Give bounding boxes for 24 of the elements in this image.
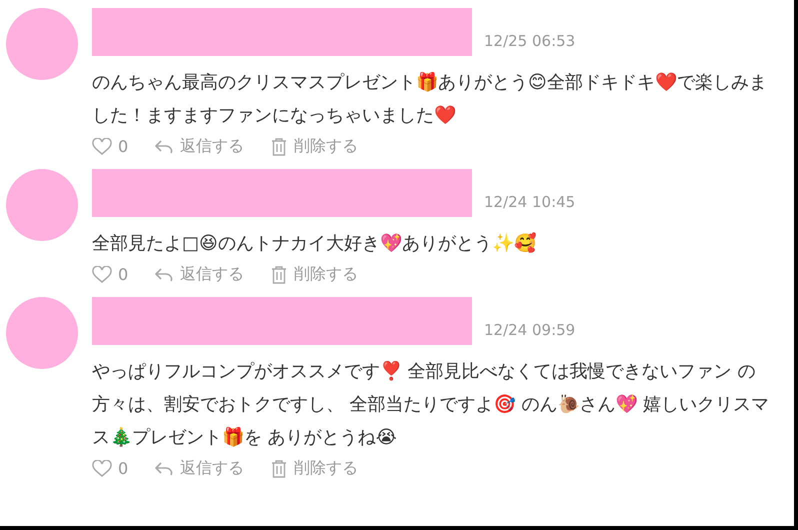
reply-icon — [154, 266, 174, 284]
comment-date: 12/24 10:45 — [484, 193, 576, 213]
reply-icon — [154, 138, 174, 156]
like-button[interactable]: 0 — [92, 459, 128, 478]
reply-button[interactable]: 返信する — [154, 264, 244, 285]
like-button[interactable]: 0 — [92, 137, 128, 156]
heart-icon — [92, 460, 112, 478]
delete-button[interactable]: 削除する — [270, 264, 358, 285]
reply-button[interactable]: 返信する — [154, 458, 244, 479]
comment-date: 12/25 06:53 — [484, 32, 576, 52]
heart-icon — [92, 266, 112, 284]
reply-button[interactable]: 返信する — [154, 136, 244, 157]
comment-date: 12/24 09:59 — [484, 321, 576, 341]
delete-button[interactable]: 削除する — [270, 136, 358, 157]
comment-text: のんちゃん最高のクリスマスプレゼント🎁ありがとう😊全部ドキドキ❤で楽しみました！ますますファンになっちゃいました❤ — [92, 71, 768, 128]
comment-text: やっぱりフルコンプがオススメです❣ 全部見比べなくては我慢できないファン の方々は、割安でおトクですし、 全部当たりですよ🎯 のん🐌さん💖 嬉しいクリスマス🎄プレゼント🎁を ありがとうね😭 — [92, 360, 770, 450]
comment-text: 全部見たよ□😆のんトナカイ大好き💖ありがとう✨🥰 — [92, 231, 537, 256]
heart-icon — [92, 138, 112, 156]
delete-button[interactable]: 削除する — [270, 458, 358, 479]
trash-icon — [270, 458, 288, 478]
reply-icon — [154, 460, 174, 478]
like-button[interactable]: 0 — [92, 265, 128, 284]
trash-icon — [270, 264, 288, 284]
trash-icon — [270, 136, 288, 156]
